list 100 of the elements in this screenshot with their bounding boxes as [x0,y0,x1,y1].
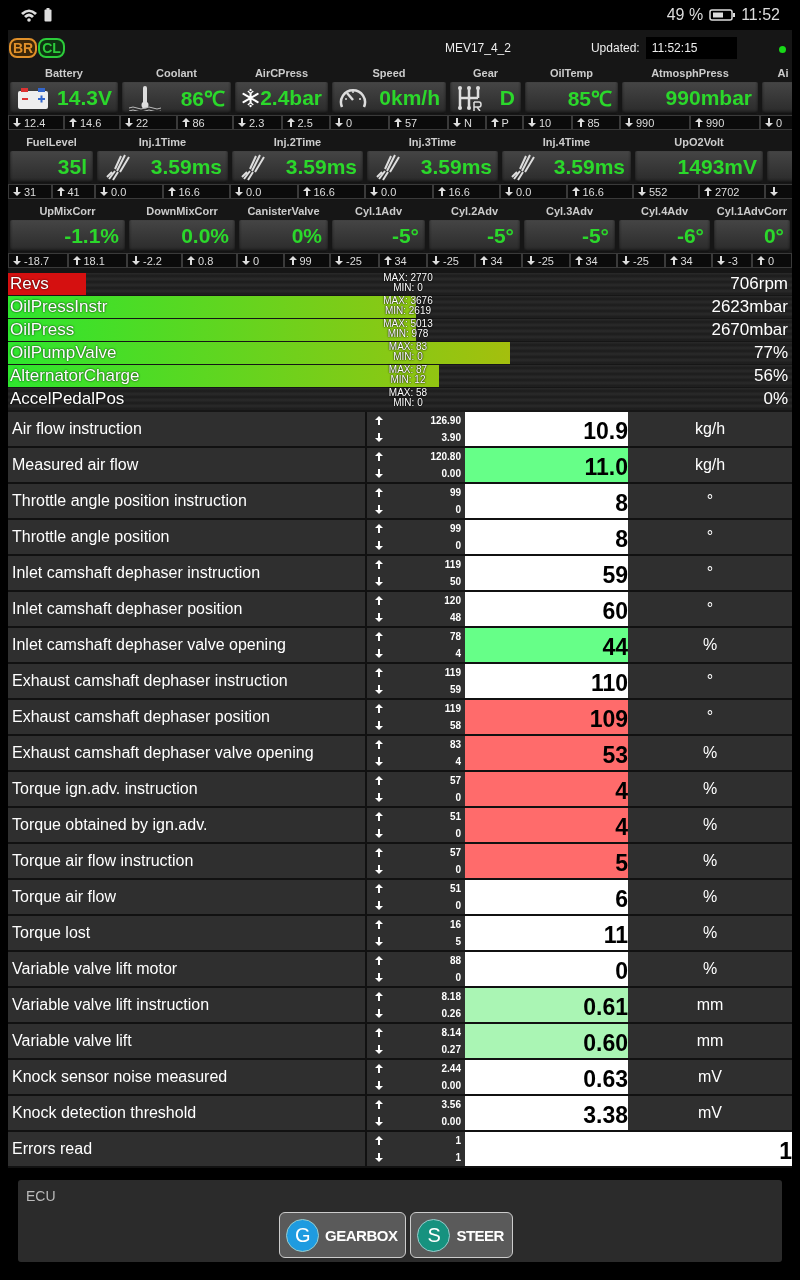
arrow-up-icon [574,256,583,265]
value-cell: 0.63 [465,1060,628,1094]
max-value: 86 [192,116,205,129]
max-value: 83 [448,739,462,750]
value-cell: 5 [465,844,628,878]
arrow-up-icon [375,488,383,497]
max-value: 51 [448,883,462,894]
min-value: 0 [454,900,462,911]
bar-value: 0% [763,389,789,409]
arrow-up-icon [375,416,383,425]
status-badge[interactable]: CL [38,38,65,58]
min-value: MIN: 0 [393,283,423,293]
battery-icon [709,8,736,22]
arrow-down-icon [375,1153,383,1162]
module-button[interactable]: G GEARBOX [279,1212,407,1258]
max-value: 41 [67,185,80,198]
arrow-down-icon [375,865,383,874]
arrow-up-icon [695,118,703,127]
value-cell: 3.38 [465,1096,628,1130]
max-value: 57 [448,847,462,858]
min-value: 31 [24,185,37,198]
min-value: 0.0 [111,185,127,198]
gauge-label: Cyl.4Adv [640,205,689,217]
arrow-down-icon [770,187,778,196]
bar-label: AccelPedalPos [9,389,125,409]
gauge-label: Ai [777,67,789,79]
arrow-down-icon [375,541,383,550]
arrow-down-icon [638,187,646,196]
value-cell: 11.0 [465,448,628,482]
parameter-name: Torque air flow [8,880,367,914]
max-value: 51 [448,811,462,822]
unit-cell: % [628,952,792,986]
parameter-name: Knock detection threshold [8,1096,367,1130]
bar-value: 2623mbar [711,297,789,317]
max-value: 119 [443,559,462,570]
min-value: 2.3 [249,116,265,129]
arrow-up-icon [288,256,297,265]
max-value: 2702 [715,185,740,198]
min-value: -3 [728,254,738,267]
arrow-up-icon [375,596,383,605]
gauge-value: 3.59ms [553,155,625,179]
max-value: 34 [490,254,503,267]
max-value: 34 [585,254,598,267]
gauge-value: 0.0% [181,224,229,248]
unit-cell: mV [628,1060,792,1094]
status-badge[interactable]: BR [9,38,38,58]
arrow-down-icon [235,187,243,196]
arrow-down-icon [528,118,536,127]
module-button[interactable]: S STEER [410,1212,513,1258]
min-value: MIN: 12 [390,375,426,385]
bar-value: 706rpm [730,274,789,294]
max-value: MAX: 87 [388,365,428,375]
unit-cell: kg/h [628,412,792,446]
gauge-value: 3.59ms [420,155,492,179]
max-value: 8.18 [440,991,462,1002]
gauge-label: Battery [45,67,83,79]
unit-cell: mm [628,988,792,1022]
arrow-down-icon [375,505,383,514]
parameter-name: Exhaust camshaft dephaser valve opening [8,736,367,770]
max-value: 88 [448,955,462,966]
updated-label: Updated: [590,41,640,55]
gauge-value: 0° [763,224,784,248]
arrow-down-icon [100,187,108,196]
max-value: 2.44 [440,1063,462,1074]
gauge-label: Gear [472,67,499,79]
unit-cell: mV [628,1096,792,1130]
parameter-name: Measured air flow [8,448,367,482]
max-value: 1 [454,1135,462,1146]
value-cell: 53 [465,736,628,770]
arrow-up-icon [669,256,678,265]
unit-cell: ° [628,700,792,734]
unit-cell: % [628,736,792,770]
parameter-name: Air flow instruction [8,412,367,446]
bar-value: 77% [753,343,789,363]
gauge-label: DownMixCorr [146,205,218,217]
unit-cell: mm [628,1024,792,1058]
parameter-name: Variable valve lift motor [8,952,367,986]
gauge-value: -5° [486,224,514,248]
arrow-down-icon [375,973,383,982]
gauge-value: 35l [57,155,87,179]
unit-cell: ° [628,592,792,626]
arrow-up-icon [72,256,81,265]
arrow-down-icon [375,1117,383,1126]
arrow-up-icon [757,256,765,265]
arrow-down-icon [375,937,383,946]
gauge-value: -5° [581,224,609,248]
min-value: -25 [443,254,459,267]
letter-circle: G [286,1218,320,1252]
min-value: 3.90 [440,432,462,443]
value-cell: 109 [465,700,628,734]
arrow-down-icon [375,433,383,442]
battery-icon [16,85,50,111]
arrow-up-icon [187,256,195,265]
parameter-name: Variable valve lift instruction [8,988,367,1022]
parameter-name: Inlet camshaft dephaser instruction [8,556,367,590]
gauge-value: -1.1% [64,224,119,248]
arrow-up-icon [375,740,383,749]
parameter-name: Errors read [8,1132,367,1166]
gauge-label: Speed [372,67,406,79]
arrow-up-icon [571,187,580,196]
